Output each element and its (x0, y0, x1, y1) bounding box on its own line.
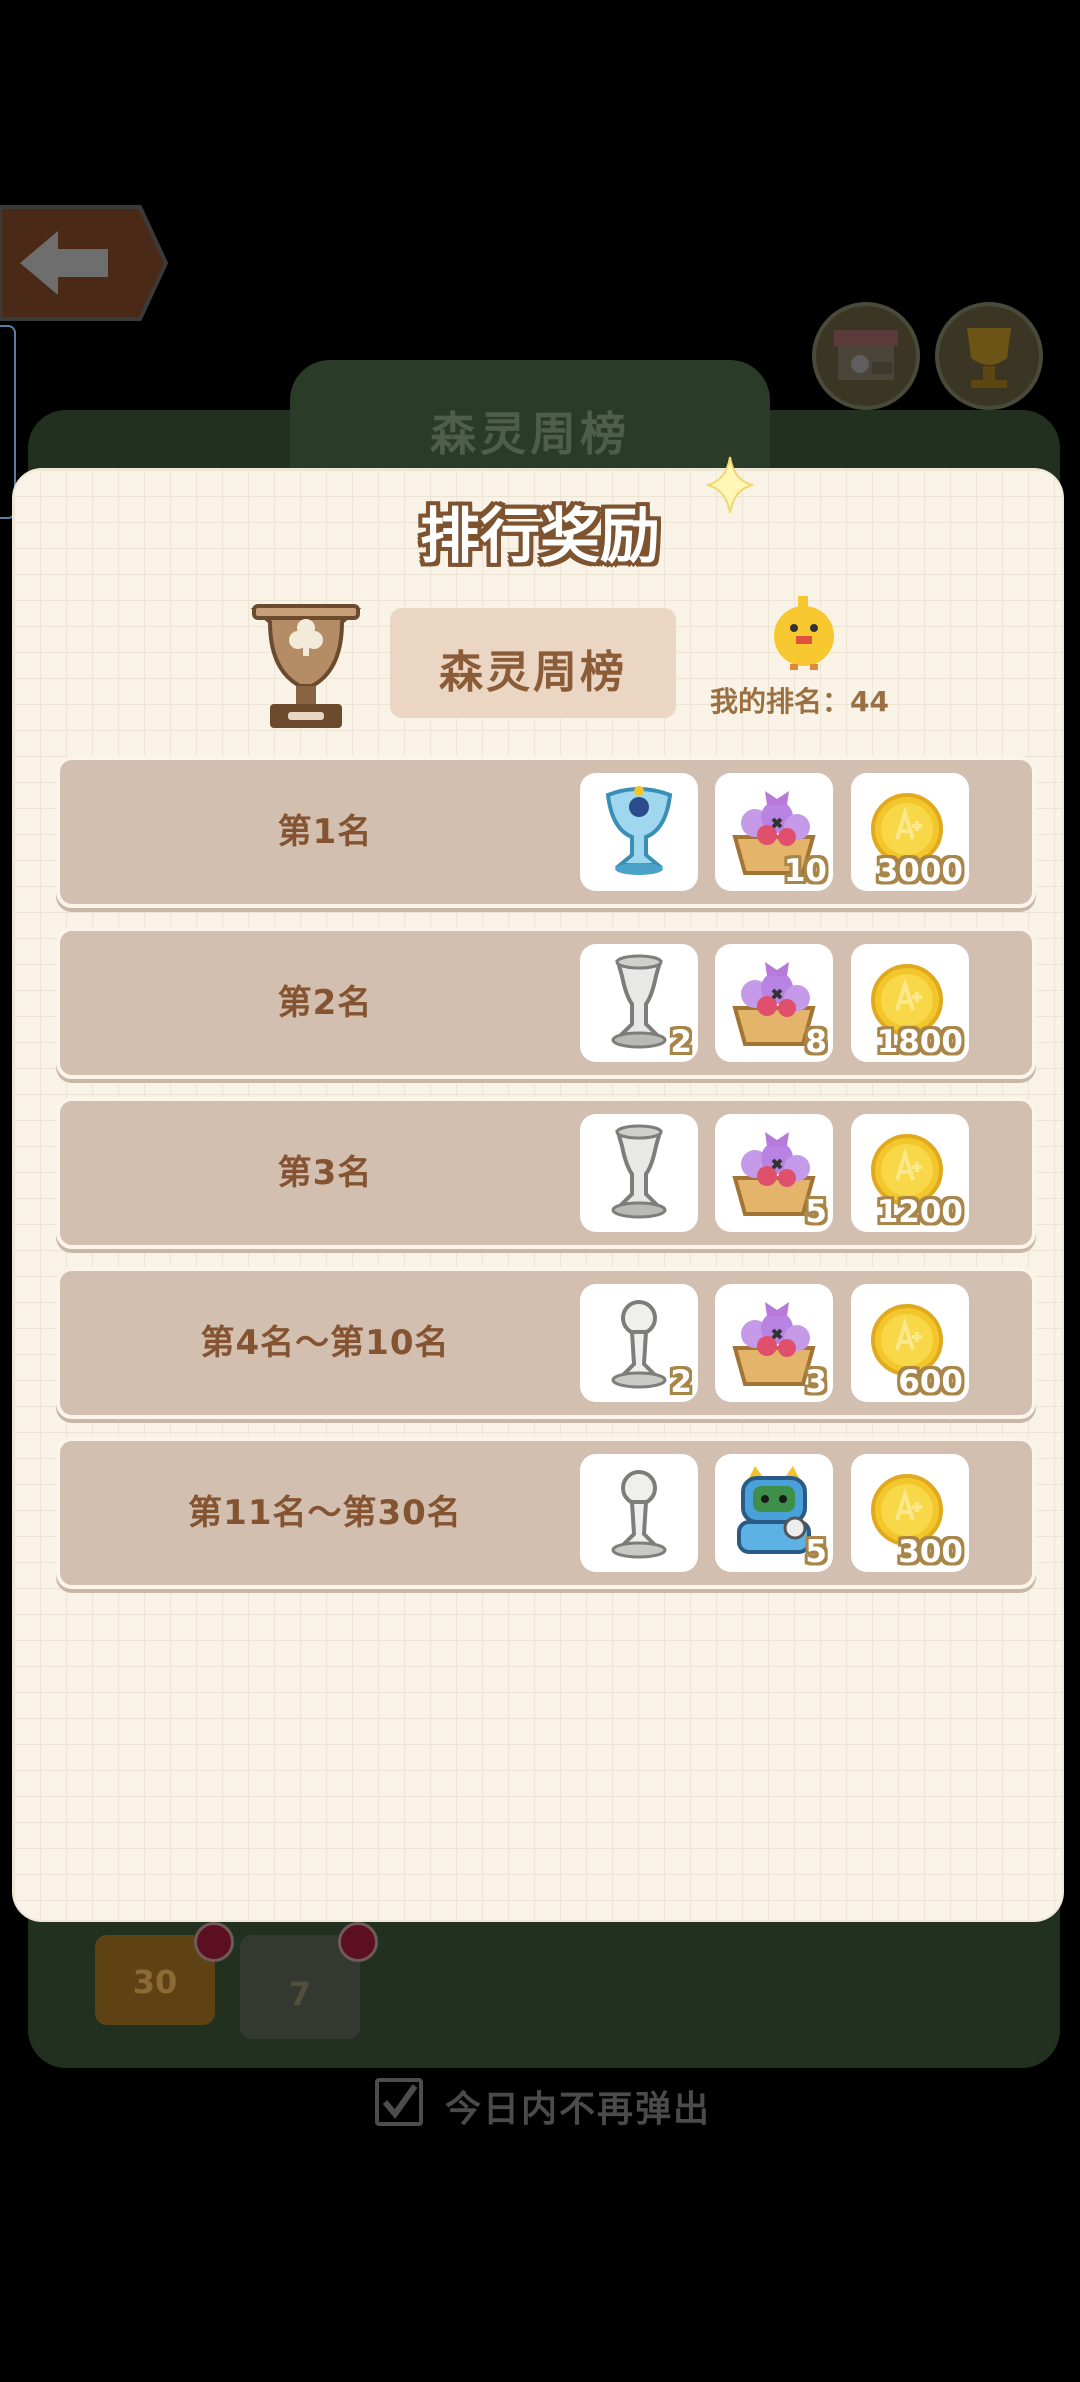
chick-avatar-icon (768, 594, 840, 670)
reward-quantity: 8 (805, 1024, 827, 1060)
reward-quantity: 5 (805, 1194, 827, 1230)
reward-item-slot[interactable]: 8 (715, 944, 833, 1062)
reward-item-slot[interactable]: 5 (715, 1454, 833, 1572)
reward-quantity: 5 (805, 1534, 827, 1570)
reward-row: 第4名～第10名 2 3 600 (56, 1267, 1036, 1419)
reward-item-slot[interactable]: 2 (580, 1284, 698, 1402)
reward-item-slot[interactable]: 600 (851, 1284, 969, 1402)
reward-row: 第2名 2 8 1800 (56, 927, 1036, 1079)
shop-button[interactable] (812, 302, 920, 410)
reward-item-slot[interactable]: 3 (715, 1284, 833, 1402)
check-icon (382, 2084, 418, 2119)
leaderboard-title: 森灵周榜 (430, 407, 630, 461)
reward-item-slot[interactable]: 1200 (851, 1114, 969, 1232)
reward-item-slot[interactable]: 5 (715, 1114, 833, 1232)
reward-quantity: 1800 (876, 1024, 963, 1060)
reward-item-slot[interactable]: 300 (851, 1454, 969, 1572)
sparkle-icon (705, 455, 755, 515)
back-button[interactable] (0, 203, 170, 323)
my-rank: 我的排名：44 (710, 685, 889, 718)
back-arrow-icon (0, 205, 169, 321)
reward-item-slot[interactable]: 10 (715, 773, 833, 891)
shop-icon (834, 330, 898, 380)
reward-row: 第3名 5 1200 (56, 1097, 1036, 1249)
reward-quantity: 2 (670, 1364, 692, 1400)
modal-title: 排行奖励 (420, 502, 660, 572)
reward-quantity: 1200 (876, 1194, 963, 1230)
rank-label: 第4名～第10名 (200, 1323, 450, 1363)
dont-show-today-checkbox[interactable] (375, 2078, 423, 2126)
reward-item-slot[interactable] (580, 1454, 698, 1572)
reward-row: 第1名 10 3000 (56, 756, 1036, 908)
reward-quantity: 2 (670, 1024, 692, 1060)
reward-quantity: 600 (898, 1364, 963, 1400)
white-trophy-icon (611, 1470, 667, 1559)
rank-label: 第11名～第30名 (188, 1493, 462, 1533)
rank-label: 第3名 (277, 1153, 373, 1193)
reward-quantity: 3000 (876, 853, 963, 889)
reward-item-slot[interactable] (580, 1114, 698, 1232)
rank-label: 第2名 (277, 983, 373, 1023)
bronze-trophy-icon (250, 600, 362, 732)
notification-dot (338, 1922, 378, 1962)
trophy-button[interactable] (935, 302, 1043, 410)
reward-row: 第11名～第30名 5 300 (56, 1437, 1036, 1589)
reward-item-slot[interactable]: 2 (580, 944, 698, 1062)
silver-trophy-icon (611, 1124, 667, 1219)
rank-label: 第1名 (277, 812, 373, 852)
blue-trophy-icon (605, 786, 673, 875)
reward-item-slot[interactable] (580, 773, 698, 891)
notification-dot (194, 1922, 234, 1962)
reward-quantity: 3 (805, 1364, 827, 1400)
gold-trophy-icon (967, 328, 1011, 388)
reward-quantity: 10 (783, 853, 827, 889)
dont-show-today-label: 今日内不再弹出 (445, 2089, 712, 2130)
reward-item-slot[interactable]: 1800 (851, 944, 969, 1062)
board-name: 森灵周榜 (439, 647, 627, 698)
reward-item-slot[interactable]: 3000 (851, 773, 969, 891)
reward-quantity: 300 (898, 1534, 963, 1570)
